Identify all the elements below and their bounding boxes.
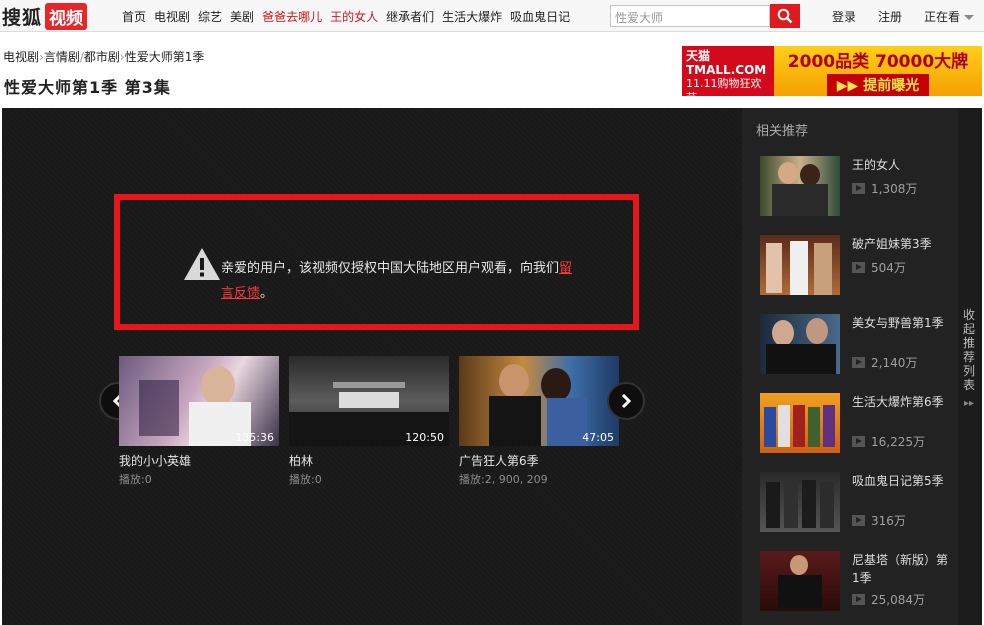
nav-big-bang[interactable]: 生活大爆炸 — [442, 8, 502, 25]
recommendation-play-count: 16,225万 — [852, 433, 925, 450]
recommendation-play-count: 25,084万 — [852, 591, 925, 608]
related-recommendations: 相关推荐 王的女人 1,308万 破产姐妹第3季 504万 美女与野兽第1季 2… — [742, 108, 958, 625]
search-icon — [777, 8, 793, 24]
top-bar: 搜狐 视频 首页 电视剧 综艺 美剧 爸爸去哪儿 王的女人 继承者们 生活大爆炸… — [0, 0, 984, 32]
play-count-value: 2,140万 — [871, 356, 918, 370]
recommendation-title[interactable]: 吸血鬼日记第5季 — [852, 472, 948, 490]
play-icon — [852, 515, 865, 526]
play-icon — [852, 357, 865, 368]
notice-text: 亲爱的用户，该视频仅授权中国大陆地区用户观看，向我们 — [221, 261, 560, 276]
nav-vampire[interactable]: 吸血鬼日记 — [510, 8, 570, 25]
video-title[interactable]: 柏林 — [289, 452, 449, 469]
nav-variety[interactable]: 综艺 — [198, 8, 222, 25]
chevron-right-icon — [621, 393, 632, 409]
page-title: 性爱大师第1季 第3集 — [4, 78, 171, 97]
recommendation-play-count: 504万 — [852, 259, 906, 276]
video-duration: 120:50 — [405, 431, 444, 444]
recommendation-play-count: 316万 — [852, 512, 906, 529]
video-play-count: 播放:0 — [289, 473, 322, 486]
recommendation-title[interactable]: 王的女人 — [852, 156, 948, 174]
related-video-card[interactable]: 47:05 广告狂人第6季 播放:2, 900, 209 — [459, 356, 619, 487]
play-count-value: 1,308万 — [871, 182, 918, 196]
logo-badge: 视频 — [45, 2, 88, 30]
collapse-recommendations-toggle[interactable]: 收起推荐列表 ▸▸ — [958, 108, 982, 625]
recommendation-item[interactable]: 美女与野兽第1季 2,140万 — [760, 314, 950, 376]
recommendation-thumbnail[interactable] — [760, 235, 840, 295]
related-video-card[interactable]: 135:36 我的小小英雄 播放:0 — [119, 356, 279, 487]
region-restriction-notice: 亲爱的用户，该视频仅授权中国大陆地区用户观看，向我们留言反馈。 — [114, 194, 639, 330]
ad-text: 11.11购物狂欢节 — [686, 77, 762, 104]
breadcrumb: 电视剧›言情剧/都市剧›性爱大师第1季 — [3, 48, 204, 65]
ad-text: 2000品类 70000大牌 — [787, 51, 969, 72]
logo-text: 搜狐 — [2, 6, 43, 29]
video-play-count: 播放:0 — [119, 473, 152, 486]
register-link[interactable]: 注册 — [878, 8, 902, 25]
play-icon — [852, 436, 865, 447]
login-link[interactable]: 登录 — [832, 8, 856, 25]
ad-promo-panel: 2000品类 70000大牌 ▶▶ 提前曝光 — [774, 46, 982, 96]
video-duration: 47:05 — [582, 431, 614, 444]
recommendation-thumbnail[interactable] — [760, 393, 840, 453]
chevron-down-icon[interactable] — [964, 14, 975, 20]
carousel-next-button[interactable] — [607, 382, 645, 420]
play-count-value: 16,225万 — [871, 435, 925, 449]
video-thumbnail[interactable]: 47:05 — [459, 356, 619, 446]
sohu-video-logo[interactable]: 搜狐 视频 — [2, 2, 88, 30]
recommendation-item[interactable]: 吸血鬼日记第5季 316万 — [760, 472, 950, 534]
play-icon — [852, 594, 865, 605]
recommendation-title[interactable]: 破产姐妹第3季 — [852, 235, 948, 253]
video-title[interactable]: 我的小小英雄 — [119, 452, 279, 469]
play-icon — [852, 183, 865, 194]
recommendation-title[interactable]: 美女与野兽第1季 — [852, 314, 948, 332]
breadcrumb-item[interactable]: 都市剧 — [84, 50, 120, 64]
ad-text: ▶▶ 提前曝光 — [826, 73, 930, 96]
notice-message: 亲爱的用户，该视频仅授权中国大陆地区用户观看，向我们留言反馈。 — [221, 256, 581, 306]
collapse-label[interactable]: 收起推荐列表 — [963, 308, 977, 392]
video-title[interactable]: 广告狂人第6季 — [459, 452, 619, 469]
ad-tmall-panel: 天猫 TMALL.COM 11.11购物狂欢节 — [682, 46, 774, 104]
recommendation-play-count: 2,140万 — [852, 354, 917, 371]
recommendation-item[interactable]: 生活大爆炸第6季 16,225万 — [760, 393, 950, 455]
recommendation-item[interactable]: 尼基塔（新版）第1季 25,084万 — [760, 551, 950, 613]
nav-hot-1[interactable]: 爸爸去哪儿 — [262, 8, 322, 25]
notice-text-end: 。 — [260, 286, 274, 301]
recommendation-title[interactable]: 生活大爆炸第6季 — [852, 393, 948, 411]
user-nav: 登录 注册 正在看 — [832, 0, 984, 32]
breadcrumb-item[interactable]: 性爱大师第1季 — [125, 50, 205, 64]
video-duration: 135:36 — [235, 431, 274, 444]
nav-hot-2[interactable]: 王的女人 — [330, 8, 378, 25]
play-count-value: 25,084万 — [871, 593, 925, 607]
play-icon — [852, 262, 865, 273]
warning-icon — [184, 248, 220, 280]
breadcrumb-item[interactable]: 言情剧 — [44, 50, 80, 64]
ad-banner[interactable]: 天猫 TMALL.COM 11.11购物狂欢节 2000品类 70000大牌 ▶… — [682, 46, 982, 104]
ad-text: 天猫 TMALL.COM — [686, 49, 767, 77]
breadcrumb-item[interactable]: 电视剧 — [3, 50, 39, 64]
nav-heirs[interactable]: 继承者们 — [386, 8, 434, 25]
sidebar-heading: 相关推荐 — [756, 124, 809, 139]
recommendation-thumbnail[interactable] — [760, 551, 840, 611]
video-player[interactable]: 亲爱的用户，该视频仅授权中国大陆地区用户观看，向我们留言反馈。 135:36 我… — [2, 108, 742, 625]
nav-home[interactable]: 首页 — [122, 8, 146, 25]
nav-us-drama[interactable]: 美剧 — [230, 8, 254, 25]
main-nav: 首页 电视剧 综艺 美剧 爸爸去哪儿 王的女人 继承者们 生活大爆炸 吸血鬼日记 — [122, 0, 578, 32]
video-thumbnail[interactable]: 120:50 — [289, 356, 449, 446]
video-play-count: 播放:2, 900, 209 — [459, 473, 548, 486]
double-chevron-right-icon: ▸▸ — [964, 398, 975, 409]
play-count-value: 316万 — [871, 514, 906, 528]
video-thumbnail[interactable]: 135:36 — [119, 356, 279, 446]
watching-link[interactable]: 正在看 — [924, 8, 960, 25]
play-count-value: 504万 — [871, 261, 906, 275]
recommendation-thumbnail[interactable] — [760, 156, 840, 216]
recommendation-thumbnail[interactable] — [760, 314, 840, 374]
search-input[interactable]: 性爱大师 — [610, 5, 770, 27]
recommendation-play-count: 1,308万 — [852, 180, 917, 197]
search-button[interactable] — [770, 4, 800, 28]
nav-tv[interactable]: 电视剧 — [154, 8, 190, 25]
recommendation-thumbnail[interactable] — [760, 472, 840, 532]
recommendation-title[interactable]: 尼基塔（新版）第1季 — [852, 551, 948, 587]
recommendation-item[interactable]: 王的女人 1,308万 — [760, 156, 950, 218]
recommendation-item[interactable]: 破产姐妹第3季 504万 — [760, 235, 950, 297]
related-video-card[interactable]: 120:50 柏林 播放:0 — [289, 356, 449, 487]
